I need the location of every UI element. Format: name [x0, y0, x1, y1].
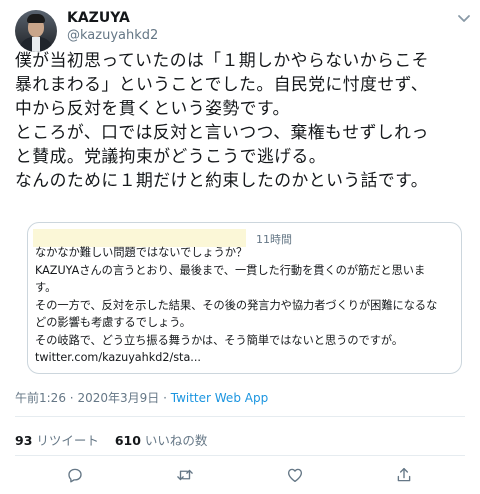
retweet-icon[interactable] [174, 464, 196, 486]
quoted-line: なかなか難しい問題ではないでしょうか？ [35, 246, 248, 259]
retweets-stat[interactable]: 93 リツイート [15, 433, 99, 448]
tweet-line: ところが、口では反対と言いつつ、棄権もせずしれっ [15, 122, 429, 142]
retweets-label: リツイート [36, 433, 99, 448]
quoted-line: どの影響も考慮するでしょう。 [35, 316, 191, 329]
avatar[interactable] [15, 10, 57, 52]
source-app-link[interactable]: Twitter Web App [171, 391, 268, 405]
author-handle[interactable]: @kazuyahkd2 [67, 28, 158, 43]
redacted-author [33, 229, 246, 247]
chevron-down-icon[interactable] [456, 10, 472, 26]
tweet-date[interactable]: 2020年3月9日 [77, 391, 159, 405]
heart-icon[interactable] [284, 464, 306, 486]
quoted-tweet[interactable]: 11時間 なかなか難しい問題ではないでしょうか？ KAZUYAさんの言うとおり、… [27, 222, 462, 374]
tweet-timestamp: 午前1:26 · 2020年3月9日 · Twitter Web App [15, 389, 268, 406]
separator: · [163, 391, 167, 405]
quoted-link[interactable]: twitter.com/kazuyahkd2/sta... [35, 351, 201, 365]
divider [15, 455, 465, 456]
avatar-hair [27, 14, 45, 23]
share-icon[interactable] [393, 464, 415, 486]
separator: · [69, 391, 74, 405]
engagement-stats: 93 リツイート 610 いいねの数 [15, 430, 207, 449]
reply-icon[interactable] [64, 464, 86, 486]
quoted-line: KAZUYAさんの言うとおり、最後まで、一貫した行動を貫くのが筋だと思いま [35, 264, 426, 277]
tweet-line: 僕が当初思っていたのは「１期しかやらないからこそ [15, 50, 429, 70]
tweet-line: と賛成。党議拘束がどうこうで逃げる。 [15, 146, 327, 166]
tweet-line: 中から反対を貫くという姿勢です。 [15, 98, 290, 118]
quoted-line: その岐路で、どう立ち振る舞うかは、そう簡単ではないと思うのですが。 [35, 334, 404, 347]
likes-count: 610 [114, 433, 141, 448]
likes-stat[interactable]: 610 いいねの数 [115, 433, 208, 448]
quoted-line: す。 [35, 281, 57, 294]
author-name[interactable]: KAZUYA [67, 10, 130, 26]
tweet-line: なんのために１期だけと約束したのかという話です。 [15, 170, 429, 190]
tweet-line: 暴れまわる」ということでした。自民党に忖度せず、 [15, 74, 429, 94]
tweet-time[interactable]: 午前1:26 [15, 391, 66, 405]
quoted-line: その一方で、反対を示した結果、その後の発言力や協力者づくりが困難になるな [35, 299, 438, 312]
divider [15, 416, 465, 417]
quoted-tweet-time: 11時間 [256, 233, 292, 246]
likes-label: いいねの数 [144, 433, 208, 448]
tweet-text: 僕が当初思っていたのは「１期しかやらないからこそ 暴れまわる」ということでした。… [15, 48, 470, 192]
retweets-count: 93 [15, 433, 33, 448]
